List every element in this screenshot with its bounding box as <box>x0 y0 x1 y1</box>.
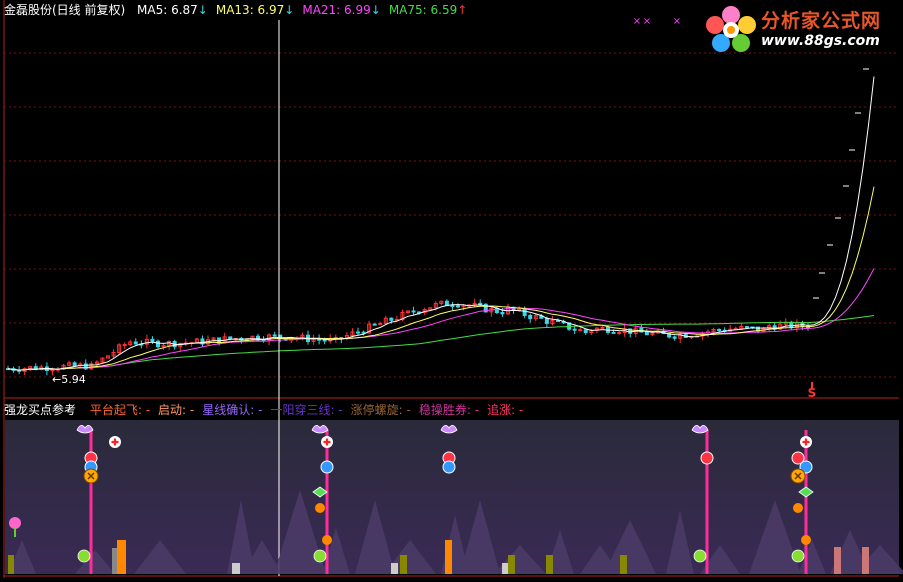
indicator-item-6: 追涨: - <box>487 403 524 417</box>
indicator-header: 强龙买点参考 平台起飞: - 启动: - 星线确认: - 一阳穿三线: - 涨停螺旋: … <box>4 402 531 418</box>
magenta-x-mark: × <box>633 16 641 27</box>
chart-stage: × × × ←5.94 S <box>0 0 903 578</box>
indicator-bar <box>508 555 515 574</box>
chart-canvas: × × ×←5.94S <box>3 0 903 578</box>
candle-body <box>572 328 577 331</box>
pink-flower-icon <box>9 517 21 529</box>
indicator-bar <box>232 563 240 574</box>
indicator-bar <box>862 547 869 574</box>
candle-body <box>544 317 549 324</box>
candle-body <box>456 305 460 308</box>
indicator-bar <box>117 540 126 574</box>
indicator-item-3: 一阳穿三线: - <box>270 403 343 417</box>
low-price-label: ←5.94 <box>52 373 86 386</box>
ma-label-0: MA5: 6.87 <box>137 3 198 17</box>
indicator-item-4: 涨停螺旋: - <box>350 403 411 417</box>
candle-body <box>228 336 233 340</box>
ma-label-2: MA21: 6.99 <box>302 3 371 17</box>
indicator-bar <box>620 555 627 574</box>
green-apple-icon <box>693 549 707 563</box>
candle-body <box>617 332 622 335</box>
candle-body <box>556 320 560 323</box>
candle-body <box>122 344 127 347</box>
ma-trend-arrow-icon: ↓ <box>370 3 381 17</box>
candle-body <box>600 326 605 329</box>
candle-body <box>72 362 77 367</box>
stock-title: 金磊股份(日线 前复权) <box>4 3 126 17</box>
candle-body <box>611 331 616 334</box>
blue-ball-icon <box>320 460 334 474</box>
indicator-bar <box>546 555 553 574</box>
indicator-title: 强龙买点参考 <box>4 403 77 417</box>
ma-trend-arrow-icon: ↓ <box>197 3 208 17</box>
candle-body <box>644 331 649 336</box>
indicator-bar <box>112 548 117 574</box>
candle-body <box>450 305 455 308</box>
brand-url: www.88gs.com <box>761 33 880 49</box>
candle-body <box>133 341 138 345</box>
brand-logo: 分析家公式网 www.88gs.com <box>703 3 900 55</box>
candle-body <box>578 329 583 332</box>
blue-ball-icon <box>442 460 456 474</box>
candle-body <box>744 325 749 328</box>
indicator-item-1: 启动: - <box>158 403 195 417</box>
candle-body <box>272 334 277 337</box>
indicator-item-0: 平台起飞: - <box>89 403 151 417</box>
candle-body <box>389 317 394 321</box>
ma-trend-arrow-icon: ↓ <box>284 3 295 17</box>
candle-body <box>789 321 794 329</box>
indicator-bar <box>834 547 841 574</box>
magenta-x-mark: × <box>673 16 681 27</box>
green-apple-icon <box>791 549 805 563</box>
orange-fruit-icon <box>801 535 811 545</box>
candle-body <box>361 331 366 334</box>
signal-s-label: S <box>808 386 817 400</box>
indicator-bar <box>391 563 398 574</box>
red-ball-icon <box>700 451 714 465</box>
candle-body <box>50 369 55 372</box>
candle-body <box>411 310 416 313</box>
candle-body <box>156 340 160 348</box>
ma-label-1: MA13: 6.97 <box>215 3 285 17</box>
indicator-item-5: 稳操胜券: - <box>418 403 480 417</box>
indicator-bar <box>400 555 407 574</box>
orange-fruit-icon <box>322 535 332 545</box>
magenta-x-mark: × <box>643 16 651 27</box>
ma5-line <box>7 76 875 371</box>
candle-body <box>478 302 483 305</box>
candle-body <box>372 323 377 326</box>
ma-label-3: MA75: 6.59 <box>388 3 458 17</box>
candle-body <box>500 312 505 315</box>
candle-body <box>150 338 155 342</box>
candle-body <box>672 336 677 339</box>
candle-body <box>522 308 527 316</box>
candle-body <box>528 314 533 320</box>
ma21-line <box>7 268 875 371</box>
indicator-bar <box>502 563 509 574</box>
ma75-line <box>7 315 875 371</box>
green-apple-icon <box>77 549 91 563</box>
brand-name: 分析家公式网 <box>761 10 882 32</box>
ma-trend-arrow-icon: ↑ <box>457 3 468 17</box>
candle-body <box>583 329 588 334</box>
orange-fruit-icon <box>793 503 803 513</box>
candle-body <box>356 331 360 334</box>
indicator-bar <box>8 555 14 574</box>
candle-body <box>378 322 383 325</box>
ma13-line <box>7 186 875 371</box>
indicator-item-2: 星线确认: - <box>202 403 263 417</box>
candle-body <box>717 328 722 331</box>
flower-logo-icon <box>706 6 756 52</box>
candle-body <box>322 339 327 342</box>
green-apple-icon <box>313 549 327 563</box>
indicator-bar <box>445 540 452 574</box>
orange-fruit-icon <box>315 503 325 513</box>
price-header: 金磊股份(日线 前复权) MA5: 6.87↓ MA13: 6.97↓ MA21: … <box>4 2 467 18</box>
